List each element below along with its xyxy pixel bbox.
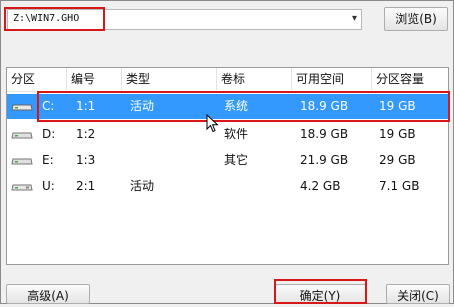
cell-label	[219, 174, 289, 199]
cell-number: 2:1	[76, 179, 96, 193]
hard-drive-icon	[11, 132, 33, 139]
dropdown-arrow-icon[interactable]: ▾	[352, 13, 357, 24]
column-header-number[interactable]: 编号	[67, 68, 122, 90]
selected-row-highlight-box	[37, 91, 450, 122]
mouse-cursor-icon	[206, 114, 219, 133]
table-header: 分区 编号 类型 卷标 可用空间 分区容量	[7, 68, 448, 92]
close-button[interactable]: 关闭(C)	[386, 284, 450, 304]
cell-type: 活动	[130, 179, 155, 193]
table-row[interactable]: E: 1:3 其它 21.9 GB 29 GB	[7, 148, 448, 173]
cell-number: 1:2	[76, 127, 96, 141]
table-row[interactable]: D: 1:2 软件 18.9 GB 19 GB	[7, 122, 448, 147]
path-highlight-box	[4, 7, 105, 31]
cell-capacity: 19 GB	[379, 127, 416, 141]
column-header-partition[interactable]: 分区	[7, 68, 67, 90]
browse-button[interactable]: 浏览(B)	[384, 7, 448, 31]
cell-partition: U:	[42, 179, 55, 193]
cell-partition: D:	[42, 127, 56, 141]
cell-free-space: 18.9 GB	[300, 127, 349, 141]
cell-type	[125, 148, 215, 173]
column-header-label[interactable]: 卷标	[217, 68, 292, 90]
hard-drive-icon	[11, 104, 33, 111]
cell-free-space: 4.2 GB	[300, 179, 341, 193]
cell-capacity: 29 GB	[379, 153, 416, 167]
column-header-capacity[interactable]: 分区容量	[372, 68, 448, 90]
cell-capacity: 7.1 GB	[379, 179, 420, 193]
table-row[interactable]: U: 2:1 活动 4.2 GB 7.1 GB	[7, 174, 448, 199]
advanced-button[interactable]: 高级(A)	[6, 284, 90, 304]
cell-label: 其它	[224, 153, 249, 167]
column-header-free-space[interactable]: 可用空间	[292, 68, 372, 90]
ok-highlight-box	[274, 279, 367, 304]
usb-drive-icon	[11, 184, 33, 191]
cell-type	[125, 122, 215, 147]
cell-label: 软件	[224, 127, 249, 141]
cell-partition: E:	[42, 153, 54, 167]
hard-drive-icon	[11, 158, 33, 165]
column-header-type[interactable]: 类型	[122, 68, 217, 90]
cell-free-space: 21.9 GB	[300, 153, 349, 167]
cell-number: 1:3	[76, 153, 96, 167]
